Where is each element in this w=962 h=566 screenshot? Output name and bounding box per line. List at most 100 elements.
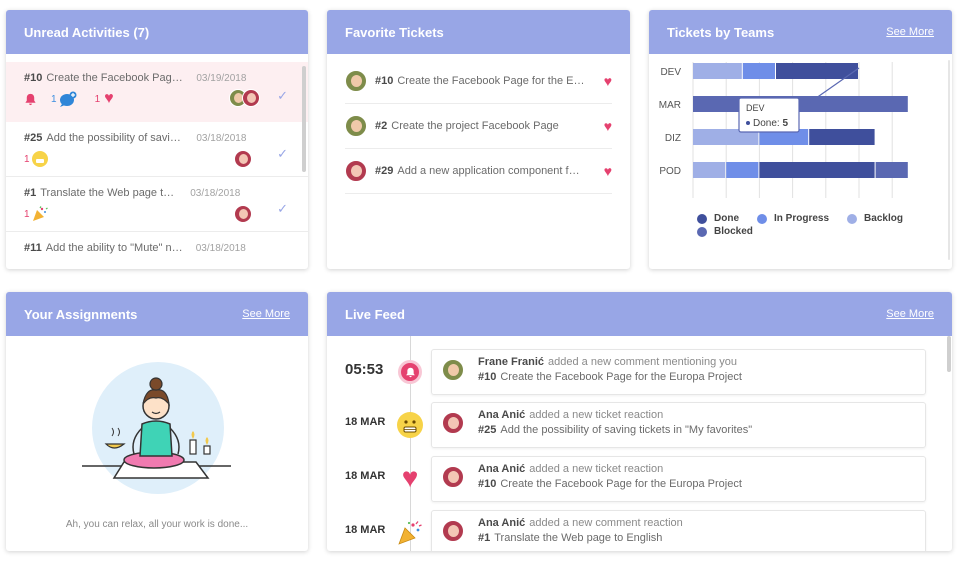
legend-item[interactable]: Backlog [847,212,903,225]
ticket-title[interactable]: Translate the Web page to English [494,532,662,544]
chart-bar[interactable] [742,63,775,79]
list-item[interactable]: #29 Add a new application component for … [345,149,612,194]
avatar [442,520,464,542]
heart-icon[interactable]: ♥ [604,163,612,179]
avatar [345,160,367,182]
tooltip-team: DEV [746,103,765,113]
list-item[interactable]: #10 Create the Facebook Page for the Eur… [6,62,308,122]
ticket-title[interactable]: Create the Facebook Page for the Europa … [500,371,742,383]
ticket-id: #10 [24,72,43,84]
legend-label: Backlog [864,213,903,224]
legend-label: In Progress [774,213,830,224]
user-name[interactable]: Ana Anić [478,517,525,529]
unread-activities-title: Unread Activities (7) [24,24,150,40]
chart-bar[interactable] [809,129,875,145]
check-icon[interactable]: ✓ [277,201,288,217]
list-item[interactable]: #2 Create the project Facebook Page ♥ [345,104,612,149]
ticket-title[interactable]: Create the Facebook Page for the Europa … [397,75,585,87]
ticket-title[interactable]: Create the Facebook Page for the Europa … [500,478,742,490]
avatar [345,115,367,137]
unread-activities-header: Unread Activities (7) [6,10,308,54]
chart-category-label: DEV [660,67,681,78]
ticket-id: #10 [375,75,394,87]
list-item[interactable]: #25 Add the possibility of saving ticket… [6,122,308,177]
heart-icon[interactable]: ♥ [604,118,612,134]
see-more-link[interactable]: See More [886,308,934,320]
feed-card[interactable]: Ana Anić added a new comment reaction #1 T… [431,510,926,551]
ticket-title[interactable]: Add the ability to "Mute" notifications [46,242,186,254]
feed-item[interactable]: 18 MAR ♥ Ana Anić added a new ticket reac… [327,456,952,502]
ticket-id: #10 [478,371,497,383]
ticket-title[interactable]: Add the possibility of saving tickets in… [46,132,186,144]
chart-category-label: POD [659,166,681,177]
feed-action: added a new ticket reaction [529,409,664,421]
empty-state-text: Ah, you can relax, all your work is done… [65,519,249,530]
check-icon[interactable]: ✓ [277,88,288,104]
legend-dot [697,213,707,224]
feed-item[interactable]: 05:53 Frane Franić added a new comment me… [327,349,952,395]
avatar [234,150,252,168]
favorite-tickets-title: Favorite Tickets [345,24,444,40]
legend-dot [697,226,707,237]
ticket-id: #11 [24,242,42,254]
see-more-link[interactable]: See More [886,26,934,38]
user-name[interactable]: Frane Franić [478,356,544,368]
heart-icon[interactable]: ♥ [604,73,612,89]
tickets-by-teams-title: Tickets by Teams [667,24,775,40]
tickets-by-teams-header: Tickets by Teams See More [649,10,952,54]
relaxing-yoga-illustration [82,362,231,494]
feed-card[interactable]: Ana Anić added a new ticket reaction #10 C… [431,456,926,502]
list-item[interactable]: #1 Translate the Web page to English 03/… [6,177,308,232]
ticket-title[interactable]: Add a new application component for ment… [397,165,585,177]
avatar [442,466,464,488]
chart-bar[interactable] [875,162,908,178]
list-item[interactable]: #10 Create the Facebook Page for the Eur… [345,59,612,104]
heart-icon: ♥ [104,90,114,107]
live-feed-card: Live Feed See More 05:53 Frane Franić add… [327,292,952,551]
list-item[interactable]: #11 Add the ability to "Mute" notificati… [6,232,308,269]
user-name[interactable]: Ana Anić [478,409,525,421]
feed-time: 05:53 [345,361,384,378]
grimace-emoji-icon [31,151,48,167]
heart-count: 1 [94,93,101,105]
feed-item[interactable]: 18 MAR Ana Anić added a new ticket reacti… [327,402,952,448]
user-name[interactable]: Ana Anić [478,463,525,475]
comment-icon [59,91,77,107]
feed-time: 18 MAR [345,524,386,536]
ticket-date: 03/19/2018 [196,72,247,84]
scrollbar[interactable] [948,60,950,260]
your-assignments-title: Your Assignments [24,306,138,322]
scrollbar[interactable] [947,336,951,372]
check-icon[interactable]: ✓ [277,146,288,162]
heart-icon: ♥ [401,462,419,493]
chart-bar[interactable] [693,63,742,79]
see-more-link[interactable]: See More [242,308,290,320]
ticket-id: #1 [478,532,491,544]
ticket-title[interactable]: Translate the Web page to English [40,187,180,199]
reaction-count: 1 [24,153,30,165]
legend-label: Done [714,213,739,224]
chart-bar[interactable] [759,162,875,178]
avatar [442,359,464,381]
legend-item[interactable]: Done [697,212,739,225]
ticket-title[interactable]: Create the Facebook Page for the Europa … [46,72,186,84]
legend-item[interactable]: Blocked [697,225,753,238]
live-feed-header: Live Feed See More [327,292,952,336]
live-feed-title: Live Feed [345,306,405,322]
grimace-emoji-icon [397,412,423,438]
legend-label: Blocked [714,226,753,237]
bell-icon [25,93,36,105]
scrollbar[interactable] [302,66,306,172]
ticket-title[interactable]: Create the project Facebook Page [391,120,579,132]
avatar [242,89,260,107]
feed-card[interactable]: Frane Franić added a new comment mentioni… [431,349,926,395]
feed-card[interactable]: Ana Anić added a new ticket reaction #25 A… [431,402,926,448]
favorite-tickets-list: #10 Create the Facebook Page for the Eur… [327,59,630,194]
legend-item[interactable]: In Progress [757,212,829,225]
party-popper-icon [32,206,48,221]
chart-bar[interactable] [693,162,726,178]
feed-item[interactable]: 18 MAR Ana Anić added a new comment react… [327,510,952,551]
ticket-date: 03/18/2018 [196,132,247,144]
chart-bar[interactable] [726,162,759,178]
ticket-title[interactable]: Add the possibility of saving tickets in… [500,424,752,436]
